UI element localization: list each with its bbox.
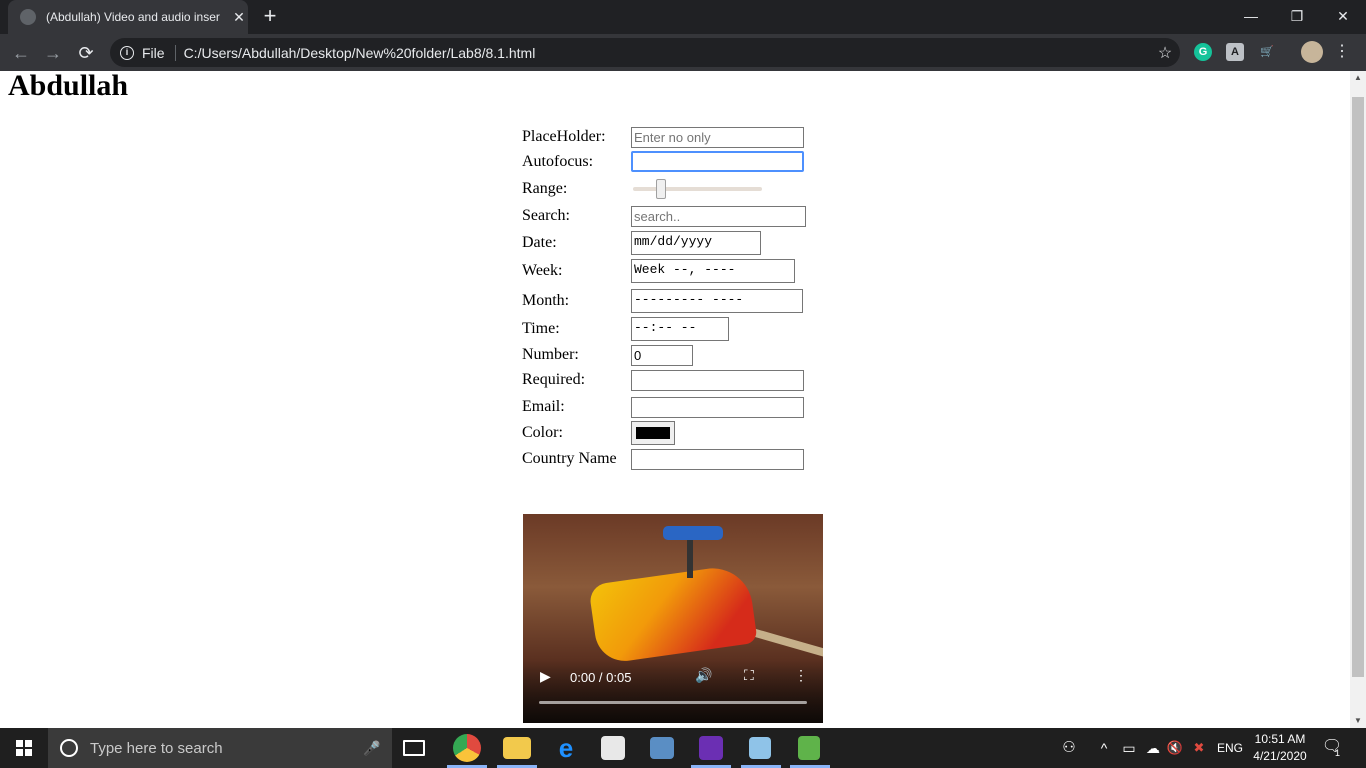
chrome-icon[interactable] (453, 734, 481, 762)
cart-icon[interactable]: 🛒 (1258, 43, 1276, 61)
clock-date: 4/21/2020 (1253, 749, 1307, 763)
range-slider-thumb[interactable] (656, 179, 666, 199)
play-icon[interactable]: ▶ (540, 668, 554, 684)
task-view-icon[interactable] (403, 740, 425, 756)
autofocus-input[interactable] (631, 151, 804, 172)
windows-logo-icon (16, 740, 32, 756)
visual-studio-icon[interactable] (699, 736, 723, 760)
week-input[interactable]: Week --, ---- (631, 259, 795, 283)
browser-menu-icon[interactable]: ⋮ (1334, 40, 1350, 64)
date-input[interactable]: mm/dd/yyyy (631, 231, 761, 255)
color-picker[interactable] (631, 421, 675, 445)
paint-app-icon[interactable] (749, 737, 771, 759)
start-button[interactable] (0, 728, 48, 768)
tray-chevron-icon[interactable]: ^ (1094, 728, 1114, 768)
scroll-thumb[interactable] (1352, 97, 1364, 677)
week-label: Week: (522, 262, 563, 279)
store-icon[interactable] (601, 736, 625, 760)
volume-muted-icon[interactable]: 🔇 (1164, 728, 1186, 768)
video-frame-helicopter (588, 563, 758, 665)
battery-icon[interactable]: ▭ (1118, 728, 1140, 768)
omnibox-divider (174, 44, 176, 61)
video-player[interactable]: ▶ 0:00 / 0:05 🔊 ⛶ ⋮ (523, 514, 823, 723)
month-label: Month: (522, 292, 570, 309)
reload-button[interactable]: ⟳ (73, 40, 99, 66)
email-label: Email: (522, 398, 565, 415)
address-bar[interactable]: i File C:/Users/Abdullah/Desktop/New%20f… (110, 38, 1180, 67)
range-slider-track[interactable] (633, 187, 762, 191)
page-viewport: Abdullah PlaceHolder: Autofocus: Range: … (0, 71, 1350, 728)
number-input[interactable] (631, 345, 693, 366)
notification-center-icon[interactable]: 🗨 1 (1320, 736, 1344, 760)
volume-icon[interactable]: 🔊 (695, 667, 712, 684)
email-input[interactable] (631, 397, 804, 418)
restore-button[interactable]: ❐ (1274, 0, 1320, 34)
required-label: Required: (522, 371, 586, 388)
browser-toolbar: ← → ⟳ i File C:/Users/Abdullah/Desktop/N… (0, 34, 1366, 71)
security-alert-icon[interactable]: ✖ (1188, 728, 1210, 768)
url-text[interactable]: C:/Users/Abdullah/Desktop/New%20folder/L… (184, 45, 1150, 61)
grammarly-icon[interactable]: G (1194, 43, 1212, 61)
autofocus-label: Autofocus: (522, 153, 594, 170)
scroll-down-icon[interactable]: ▼ (1350, 714, 1366, 728)
close-tab-icon[interactable]: ✕ (230, 9, 248, 26)
scheme-label: File (142, 44, 165, 61)
date-label: Date: (522, 234, 557, 251)
people-icon[interactable]: ⚇ (1058, 728, 1080, 768)
microphone-icon[interactable]: 🎤 (352, 740, 392, 757)
taskbar-search-placeholder: Type here to search (90, 739, 223, 757)
video-progress-bar[interactable] (539, 701, 807, 704)
translate-icon[interactable]: A (1226, 43, 1244, 61)
network-app-icon[interactable] (650, 737, 674, 759)
country-input[interactable] (631, 449, 804, 470)
forward-button[interactable]: → (40, 40, 66, 66)
notepad-chart-icon[interactable] (798, 736, 820, 760)
time-label: Time: (522, 320, 560, 337)
globe-icon (20, 9, 36, 25)
range-label: Range: (522, 180, 568, 197)
bookmark-star-icon[interactable]: ☆ (1150, 43, 1180, 63)
month-input[interactable]: --------- ---- (631, 289, 803, 313)
scroll-up-icon[interactable]: ▲ (1350, 71, 1366, 85)
browser-tab[interactable]: (Abdullah) Video and audio inser ✕ (8, 0, 248, 34)
profile-avatar[interactable] (1301, 41, 1323, 63)
more-options-icon[interactable]: ⋮ (794, 667, 808, 684)
taskbar-clock[interactable]: 10:51 AM 4/21/2020 (1249, 731, 1311, 765)
placeholder-label: PlaceHolder: (522, 128, 606, 145)
video-controls: ▶ 0:00 / 0:05 🔊 ⛶ ⋮ (523, 660, 823, 723)
taskbar-search[interactable]: Type here to search 🎤 (48, 728, 392, 768)
video-frame-rotor (663, 526, 723, 540)
cortana-icon (60, 739, 78, 757)
color-swatch-fill (636, 427, 670, 439)
language-indicator[interactable]: ENG (1214, 728, 1246, 768)
fullscreen-icon[interactable]: ⛶ (744, 667, 754, 684)
close-window-button[interactable]: ✕ (1320, 0, 1366, 34)
placeholder-input[interactable] (631, 127, 804, 148)
page-scrollbar[interactable]: ▲ ▼ (1350, 71, 1366, 728)
color-label: Color: (522, 424, 563, 441)
notification-count: 1 (1335, 748, 1341, 758)
minimize-button[interactable]: — (1228, 0, 1274, 34)
time-input[interactable]: --:-- -- (631, 317, 729, 341)
windows-taskbar: Type here to search 🎤 e ⚇ ^ ▭ ☁ 🔇 ✖ ENG … (0, 728, 1366, 768)
search-input[interactable] (631, 206, 806, 227)
browser-title-bar: (Abdullah) Video and audio inser ✕ + — ❐… (0, 0, 1366, 34)
network-icon[interactable]: ☁ (1142, 728, 1164, 768)
edge-icon[interactable]: e (552, 734, 580, 762)
video-time: 0:00 / 0:05 (570, 670, 632, 685)
new-tab-button[interactable]: + (258, 4, 282, 28)
video-frame-mast (687, 538, 693, 578)
back-button[interactable]: ← (8, 40, 34, 66)
number-label: Number: (522, 346, 579, 363)
page-heading: Abdullah (8, 71, 129, 102)
clock-time: 10:51 AM (1254, 732, 1306, 746)
country-label: Country Name (522, 450, 617, 467)
info-icon[interactable]: i (120, 45, 134, 60)
tab-title: (Abdullah) Video and audio inser (46, 10, 220, 24)
required-input[interactable] (631, 370, 804, 391)
file-explorer-icon[interactable] (503, 737, 531, 759)
search-label: Search: (522, 207, 570, 224)
